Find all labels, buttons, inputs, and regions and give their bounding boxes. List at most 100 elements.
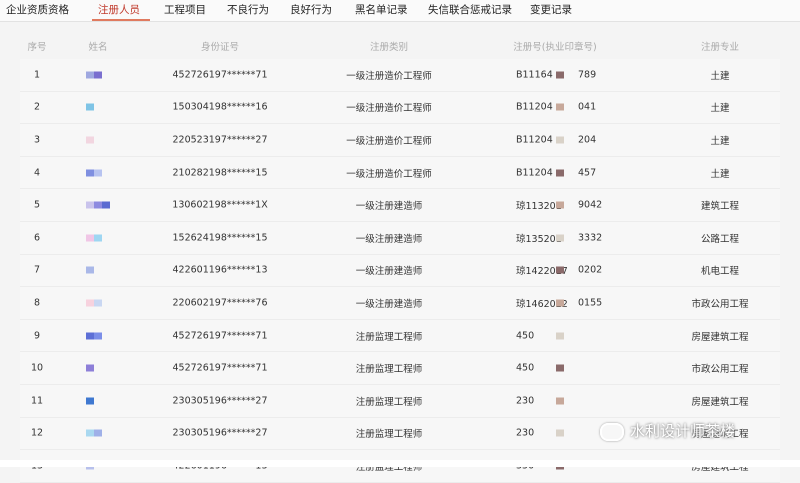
reg-number-redacted <box>556 395 564 406</box>
reg-number-redacted <box>556 297 564 308</box>
row-major: 市政公用工程 <box>691 298 749 310</box>
row-id-number: 452726197******71 <box>172 330 268 342</box>
redaction-blob <box>94 299 102 307</box>
row-reg-number-tail: 789 <box>578 69 597 81</box>
header-major: 注册专业 <box>700 42 740 53</box>
table-row[interactable]: 3 220523197******27 一级注册造价工程师 土建 B11204 204 <box>20 124 780 157</box>
redaction-blob <box>86 234 94 242</box>
row-reg-type: 注册监理工程师 <box>355 429 423 441</box>
row-name-redacted <box>86 167 102 178</box>
table-row[interactable]: 1 452726197******71 一级注册造价工程师 土建 B11164 789 <box>20 59 780 92</box>
redaction-blob <box>556 103 564 111</box>
row-id-number: 452726197******71 <box>172 362 268 374</box>
redaction-blob <box>94 332 102 340</box>
table-row[interactable]: 5 130602198******1X 一级注册建造师 建筑工程 琼113201 9042 <box>20 189 780 222</box>
table-row[interactable]: 11 230305196******27 注册监理工程师 房屋建筑工程 230 <box>20 384 780 418</box>
tab-good-behavior[interactable]: 良好行为 <box>290 2 332 17</box>
row-number: 9 <box>33 330 41 342</box>
row-name-redacted <box>86 428 102 439</box>
redaction-blob <box>86 429 94 437</box>
row-number: 7 <box>33 264 41 276</box>
personnel-table: 序号 姓名 身份证号 注册类别 注册号(执业印章号) 注册专业 1 4527261… <box>20 33 780 483</box>
row-reg-number-tail: 0155 <box>578 297 603 309</box>
row-reg-number-tail: 204 <box>578 134 597 146</box>
row-major: 公路工程 <box>700 233 740 245</box>
row-name-redacted <box>86 200 110 211</box>
row-reg-number: B11204 <box>516 134 553 146</box>
row-reg-number: 450 <box>516 362 535 374</box>
row-reg-type: 一级注册建造师 <box>355 201 423 213</box>
tab-bad-behavior[interactable]: 不良行为 <box>227 2 269 17</box>
row-reg-type: 一级注册造价工程师 <box>346 168 432 180</box>
row-number: 10 <box>30 362 44 374</box>
row-major: 房屋建筑工程 <box>691 396 749 408</box>
row-name-redacted <box>86 330 102 341</box>
redaction-blob <box>556 364 564 372</box>
redaction-blob <box>556 429 564 437</box>
redaction-blob <box>86 169 94 177</box>
row-reg-number: B11164 <box>516 69 553 81</box>
row-major: 机电工程 <box>700 266 740 278</box>
row-name-redacted <box>86 265 94 276</box>
redaction-blob <box>86 103 94 111</box>
redaction-blob <box>556 397 564 405</box>
table-row[interactable]: 8 220602197******76 一级注册建造师 市政公用工程 琼1462022 0… <box>20 287 780 320</box>
redaction-blob <box>556 266 564 274</box>
row-id-number: 230305196******27 <box>172 395 268 407</box>
table-row[interactable]: 2 150304198******16 一级注册造价工程师 土建 B11204 041 <box>20 91 780 125</box>
watermark-text: 水利设计师茶楼 <box>630 422 736 440</box>
row-reg-number: 230 <box>516 427 535 439</box>
row-id-number: 230305196******27 <box>172 427 268 439</box>
row-reg-number-tail: 457 <box>578 167 597 179</box>
tab-projects[interactable]: 工程项目 <box>164 2 206 17</box>
row-reg-number: B11204 <box>516 167 553 179</box>
row-id-number: 220523197******27 <box>172 134 268 146</box>
table-row[interactable]: 10 452726197******71 注册监理工程师 市政公用工程 450 <box>20 352 780 385</box>
row-reg-type: 注册监理工程师 <box>355 396 423 408</box>
redaction-blob <box>86 266 94 274</box>
row-reg-number: B11204 <box>516 101 553 113</box>
redaction-blob <box>94 429 102 437</box>
header-no: 序号 <box>27 42 47 53</box>
header-type: 注册类别 <box>369 42 409 53</box>
reg-number-redacted <box>556 167 564 178</box>
row-major: 土建 <box>710 168 730 180</box>
row-reg-number: 450 <box>516 330 535 342</box>
redaction-blob <box>556 332 564 340</box>
redaction-blob <box>94 169 102 177</box>
tab-change-records[interactable]: 变更记录 <box>530 2 572 17</box>
row-reg-number-tail: 9042 <box>578 199 603 211</box>
row-major: 市政公用工程 <box>691 364 749 376</box>
table-row[interactable]: 9 452726197******71 注册监理工程师 房屋建筑工程 450 <box>20 319 780 353</box>
redaction-blob <box>86 71 94 79</box>
tab-registered-personnel[interactable]: 注册人员 <box>98 2 140 17</box>
reg-number-redacted <box>556 265 564 276</box>
row-id-number: 210282198******15 <box>172 167 268 179</box>
redaction-blob <box>86 332 94 340</box>
row-reg-type: 注册监理工程师 <box>355 331 423 343</box>
redaction-blob <box>556 71 564 79</box>
row-name-redacted <box>86 297 102 308</box>
tab-enterprise-qualification[interactable]: 企业资质资格 <box>6 2 69 17</box>
header-id: 身份证号 <box>200 42 240 53</box>
redaction-blob <box>94 71 102 79</box>
row-number: 12 <box>30 427 44 439</box>
redaction-blob <box>556 136 564 144</box>
tab-blacklist[interactable]: 黑名单记录 <box>355 2 408 17</box>
tab-dishonesty-records[interactable]: 失信联合惩戒记录 <box>428 2 512 17</box>
table-row[interactable]: 7 422601196******13 一级注册建造师 机电工程 琼1422017 020… <box>20 254 780 288</box>
row-id-number: 152624198******15 <box>172 232 268 244</box>
table-row[interactable]: 4 210282198******15 一级注册造价工程师 土建 B11204 457 <box>20 156 780 190</box>
table-row[interactable]: 6 152624198******15 一级注册建造师 公路工程 琼135201 3332 <box>20 221 780 255</box>
row-major: 建筑工程 <box>700 201 740 213</box>
row-reg-type: 注册监理工程师 <box>355 364 423 376</box>
redaction-blob <box>94 201 102 209</box>
row-number: 3 <box>33 134 41 146</box>
redaction-blob <box>556 201 564 209</box>
row-reg-number-tail: 3332 <box>578 232 603 244</box>
row-reg-type: 一级注册造价工程师 <box>346 135 432 147</box>
tab-bar: 企业资质资格 注册人员 工程项目 不良行为 良好行为 黑名单记录 失信联合惩戒记… <box>0 0 800 22</box>
row-number: 5 <box>33 199 41 211</box>
row-number: 8 <box>33 297 41 309</box>
reg-number-redacted <box>556 428 564 439</box>
